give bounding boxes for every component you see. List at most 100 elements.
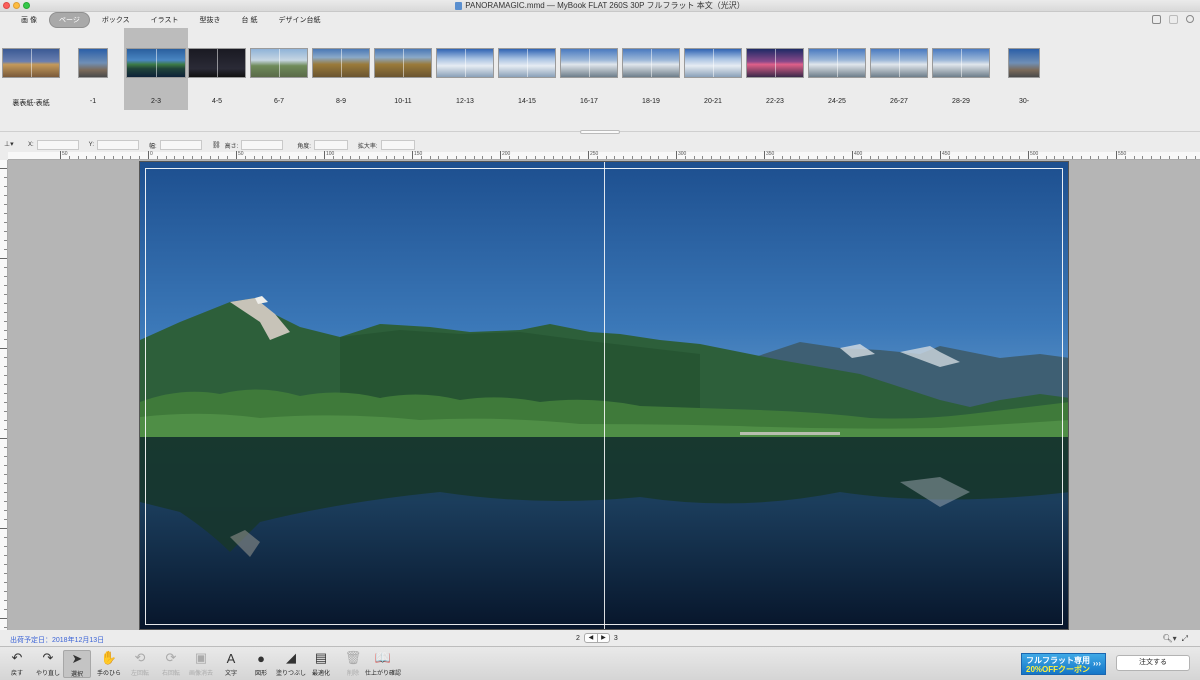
ruler-minor-tick xyxy=(121,156,123,159)
vertical-ruler xyxy=(0,160,8,630)
thumbnail-spread-1[interactable]: 裏表紙-表紙 xyxy=(0,28,62,110)
thumbnail-label: 18-19 xyxy=(642,98,660,105)
ruler-minor-tick xyxy=(68,156,70,159)
thumbnail-spread-16[interactable]: 28-29 xyxy=(930,28,992,110)
thumbnail-spread-4[interactable]: 4-5 xyxy=(186,28,248,110)
height-field[interactable] xyxy=(241,140,284,150)
ruler-minor-tick xyxy=(1001,156,1003,159)
tab-image[interactable]: 画 像 xyxy=(12,13,46,27)
right-page-number: 3 xyxy=(613,634,618,642)
tool-label: 戻す xyxy=(10,671,23,677)
ruler-minor-tick xyxy=(368,156,369,159)
ruler-minor-tick xyxy=(95,156,97,159)
thumbnail-spread-15[interactable]: 26-27 xyxy=(868,28,930,110)
thumbnail-spread-2[interactable]: -1 xyxy=(62,28,124,110)
scale-field[interactable] xyxy=(380,140,415,150)
fit-screen-icon[interactable]: ⤢ xyxy=(1182,634,1188,644)
y-field[interactable] xyxy=(97,140,140,150)
thumbnail-spread-13[interactable]: 22-23 xyxy=(744,28,806,110)
height-label: 高さ: xyxy=(224,143,239,150)
thumbnail-label: 裏表紙-表紙 xyxy=(12,100,50,107)
ruler-minor-tick xyxy=(359,156,361,159)
ruler-minor-tick xyxy=(632,156,633,159)
thumbnail-spread-10[interactable]: 16-17 xyxy=(558,28,620,110)
tab-mount[interactable]: 台 紙 xyxy=(233,13,267,27)
ruler-minor-tick xyxy=(4,447,7,448)
ruler-minor-tick xyxy=(1168,156,1170,159)
ruler-minor-tick xyxy=(4,429,7,430)
rotate-left-icon: ⟲ xyxy=(134,650,146,665)
text-icon: A xyxy=(226,650,236,666)
tab-illustration[interactable]: イラスト xyxy=(142,13,188,27)
tab-design-mount[interactable]: デザイン台紙 xyxy=(269,13,329,27)
ruler-minor-tick xyxy=(156,156,158,159)
text-tool-button[interactable]: A 文字 xyxy=(217,650,245,678)
ruler-label: 200 xyxy=(502,151,511,157)
tab-page[interactable]: ページ xyxy=(48,12,90,28)
thumbnail-label: 24-25 xyxy=(828,98,846,105)
thumbnail-spread-3[interactable]: 2-3 xyxy=(124,28,188,110)
thumbnail-spread-5[interactable]: 6-7 xyxy=(248,28,310,110)
thumbnail-spread-17[interactable]: 30- xyxy=(993,28,1055,110)
tab-box[interactable]: ボックス xyxy=(93,13,139,27)
ruler-minor-tick xyxy=(922,156,924,159)
coupon-banner[interactable]: フルフラット専用 20%OFFクーポン ››› xyxy=(1021,653,1106,675)
width-field[interactable] xyxy=(159,140,202,150)
angle-field[interactable] xyxy=(313,140,348,150)
x-field[interactable] xyxy=(36,140,79,150)
status-bar: 出荷予定日：2018年12月13日 2 ◀ ▶ 3 🔍︎▾ ⤢ xyxy=(0,632,1200,646)
strip-resize-handle[interactable] xyxy=(580,130,620,134)
ruler-minor-tick xyxy=(658,156,660,159)
thumbnail-spread-7[interactable]: 10-11 xyxy=(372,28,434,110)
ruler-minor-tick xyxy=(4,375,7,376)
zoom-icon[interactable]: 🔍︎▾ xyxy=(1162,634,1176,644)
zoom-search-icon[interactable] xyxy=(1186,15,1194,23)
next-page-button[interactable]: ▶ xyxy=(596,634,609,642)
ruler-minor-tick xyxy=(737,156,739,159)
hand-tool-button[interactable]: ✋ 手のひら xyxy=(95,650,123,677)
redo-tool-button[interactable]: ↷ やり直し xyxy=(34,650,62,677)
page-spread-2-3[interactable] xyxy=(139,161,1069,630)
ruler-minor-tick xyxy=(4,402,7,403)
ruler-minor-tick xyxy=(4,492,7,493)
thumbnail-spread-14[interactable]: 24-25 xyxy=(806,28,868,110)
tab-die-cut[interactable]: 型抜き xyxy=(191,13,230,27)
ruler-minor-tick xyxy=(535,156,537,159)
link-icon[interactable]: ⛓ xyxy=(212,141,221,149)
paste-icon[interactable] xyxy=(1169,15,1178,24)
optimize-tool-button[interactable]: ▤ 最適化 xyxy=(307,650,335,677)
editing-canvas[interactable] xyxy=(8,160,1200,630)
ruler-label: 300 xyxy=(678,151,687,157)
thumbnail-fold-line xyxy=(156,49,157,77)
shape-tool-button[interactable]: ● 図形 xyxy=(247,650,275,678)
thumbnail-label: 2-3 xyxy=(150,98,162,105)
ruler-minor-tick xyxy=(86,156,88,159)
thumbnail-spread-11[interactable]: 18-19 xyxy=(620,28,682,110)
close-window-button[interactable] xyxy=(3,2,10,9)
tool-label: 手のひら xyxy=(96,671,121,677)
thumbnail-fold-line xyxy=(527,49,528,77)
thumbnail-spread-12[interactable]: 20-21 xyxy=(682,28,744,110)
arrow-cursor-tool-button[interactable]: ➤ 選択 xyxy=(63,650,91,678)
align-dropdown-icon[interactable]: ⊥▾ xyxy=(4,140,18,150)
thumbnail-fold-line xyxy=(899,49,900,77)
thumbnail-spread-6[interactable]: 8-9 xyxy=(310,28,372,110)
ruler-major-tick xyxy=(0,618,7,619)
paint-bucket-tool-button[interactable]: ◢ 塗りつぶし xyxy=(276,650,306,677)
ruler-minor-tick xyxy=(4,195,7,196)
thumbnail-spread-8[interactable]: 12-13 xyxy=(434,28,496,110)
ruler-minor-tick xyxy=(975,156,977,159)
undo-tool-button[interactable]: ↶ 戻す xyxy=(3,650,31,677)
thumbnail-spread-9[interactable]: 14-15 xyxy=(496,28,558,110)
ruler-minor-tick xyxy=(614,156,616,159)
maximize-window-button[interactable] xyxy=(23,2,30,9)
hand-icon: ✋ xyxy=(100,650,118,665)
order-button[interactable]: 注文する xyxy=(1116,655,1190,671)
prev-page-button[interactable]: ◀ xyxy=(585,634,597,642)
copy-icon[interactable] xyxy=(1152,15,1161,24)
book-preview-tool-button[interactable]: 📖 仕上がり確認 xyxy=(365,650,401,677)
minimize-window-button[interactable] xyxy=(13,2,20,9)
thumbnail-fold-line xyxy=(961,49,962,77)
thumbnail-label: 16-17 xyxy=(580,98,598,105)
ruler-minor-tick xyxy=(341,156,343,159)
